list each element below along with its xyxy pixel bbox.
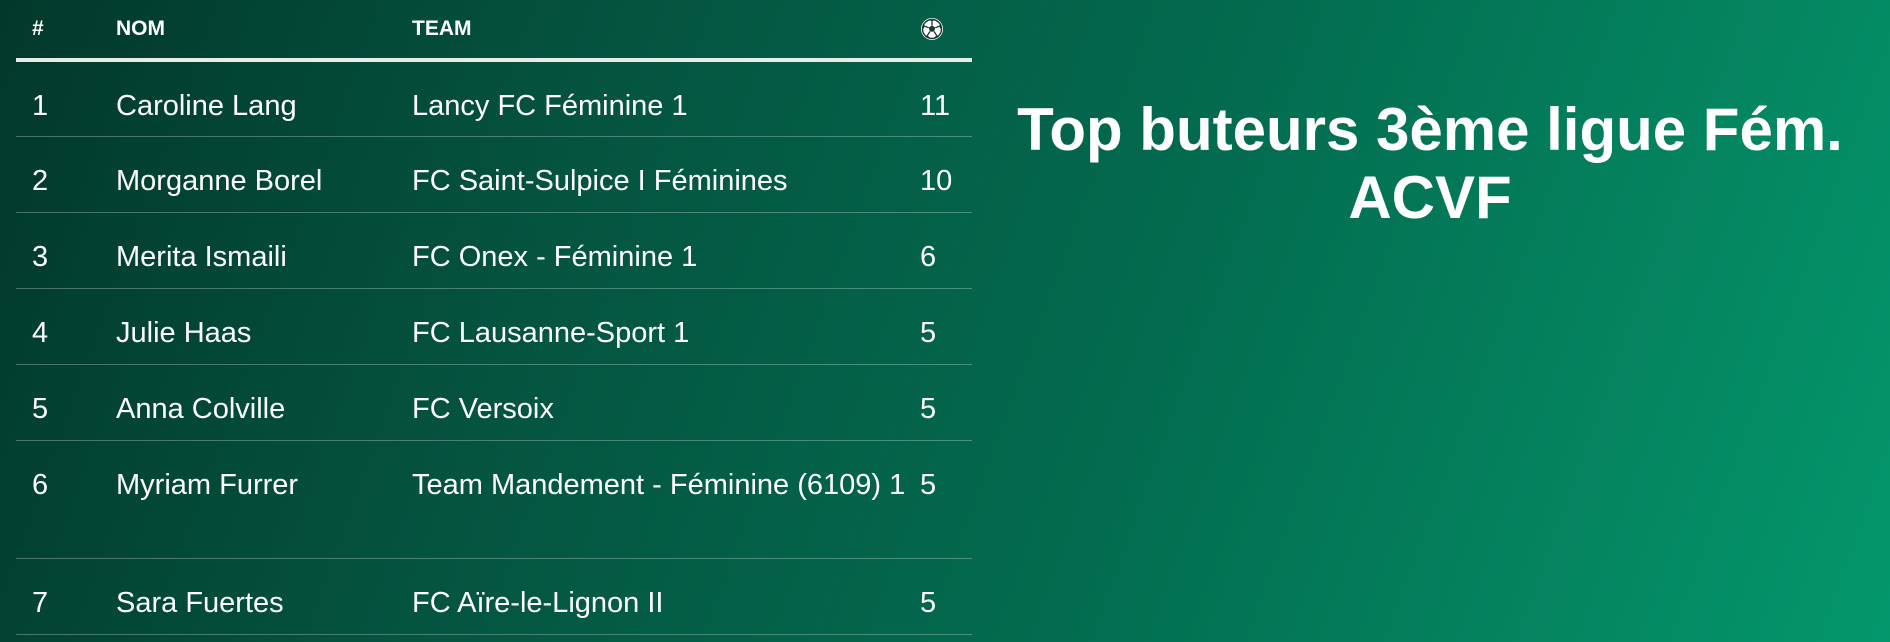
- column-header-goals: [920, 0, 972, 62]
- cell-rank: 2: [16, 136, 116, 213]
- cell-name: Morganne Borel: [116, 136, 412, 213]
- cell-team: Lancy FC Féminine 1: [412, 60, 920, 137]
- table-row: 3 Merita Ismaili FC Onex - Féminine 1 6: [16, 212, 972, 289]
- table-row: 1 Caroline Lang Lancy FC Féminine 1 11: [16, 60, 972, 137]
- cell-name: Caroline Lang: [116, 60, 412, 137]
- cell-goals: 5: [920, 364, 972, 441]
- cell-goals: 5: [920, 558, 972, 635]
- column-header-team: TEAM: [412, 0, 920, 62]
- soccer-ball-icon: [921, 18, 943, 41]
- cell-goals: 11: [920, 60, 972, 137]
- cell-name: Merita Ismaili: [116, 212, 412, 289]
- top-scorers-table: # NOM TEAM 1 Caroline Lang Lancy FC Fémi…: [16, 0, 972, 635]
- cell-team: FC Saint-Sulpice I Féminines: [412, 136, 920, 213]
- table-row: 5 Anna Colville FC Versoix 5: [16, 364, 972, 441]
- cell-rank: 3: [16, 212, 116, 289]
- cell-name: Myriam Furrer: [116, 440, 412, 559]
- cell-team: FC Aïre-le-Lignon II: [412, 558, 920, 635]
- cell-team: FC Onex - Féminine 1: [412, 212, 920, 289]
- column-header-name: NOM: [116, 0, 412, 62]
- cell-rank: 6: [16, 440, 116, 559]
- cell-team: FC Versoix: [412, 364, 920, 441]
- table-row: 2 Morganne Borel FC Saint-Sulpice I Fémi…: [16, 136, 972, 213]
- cell-goals: 5: [920, 440, 972, 559]
- cell-team: Team Mandement - Féminine (6109) 1: [412, 440, 920, 559]
- cell-goals: 5: [920, 288, 972, 365]
- cell-name: Anna Colville: [116, 364, 412, 441]
- page-title: Top buteurs 3ème ligue Fém. ACVF: [1017, 96, 1843, 231]
- cell-team: FC Lausanne-Sport 1: [412, 288, 920, 365]
- cell-goals: 6: [920, 212, 972, 289]
- cell-goals: 10: [920, 136, 972, 213]
- table-row: 4 Julie Haas FC Lausanne-Sport 1 5: [16, 288, 972, 365]
- cell-rank: 4: [16, 288, 116, 365]
- table-body: 1 Caroline Lang Lancy FC Féminine 1 11 2…: [16, 60, 972, 635]
- column-header-rank: #: [16, 0, 116, 62]
- cell-rank: 7: [16, 558, 116, 635]
- cell-name: Sara Fuertes: [116, 558, 412, 635]
- cell-name: Julie Haas: [116, 288, 412, 365]
- table-row: 7 Sara Fuertes FC Aïre-le-Lignon II 5: [16, 558, 972, 635]
- table-row: 6 Myriam Furrer Team Mandement - Féminin…: [16, 440, 972, 559]
- cell-rank: 5: [16, 364, 116, 441]
- cell-rank: 1: [16, 60, 116, 137]
- table-header-row: # NOM TEAM: [16, 0, 972, 62]
